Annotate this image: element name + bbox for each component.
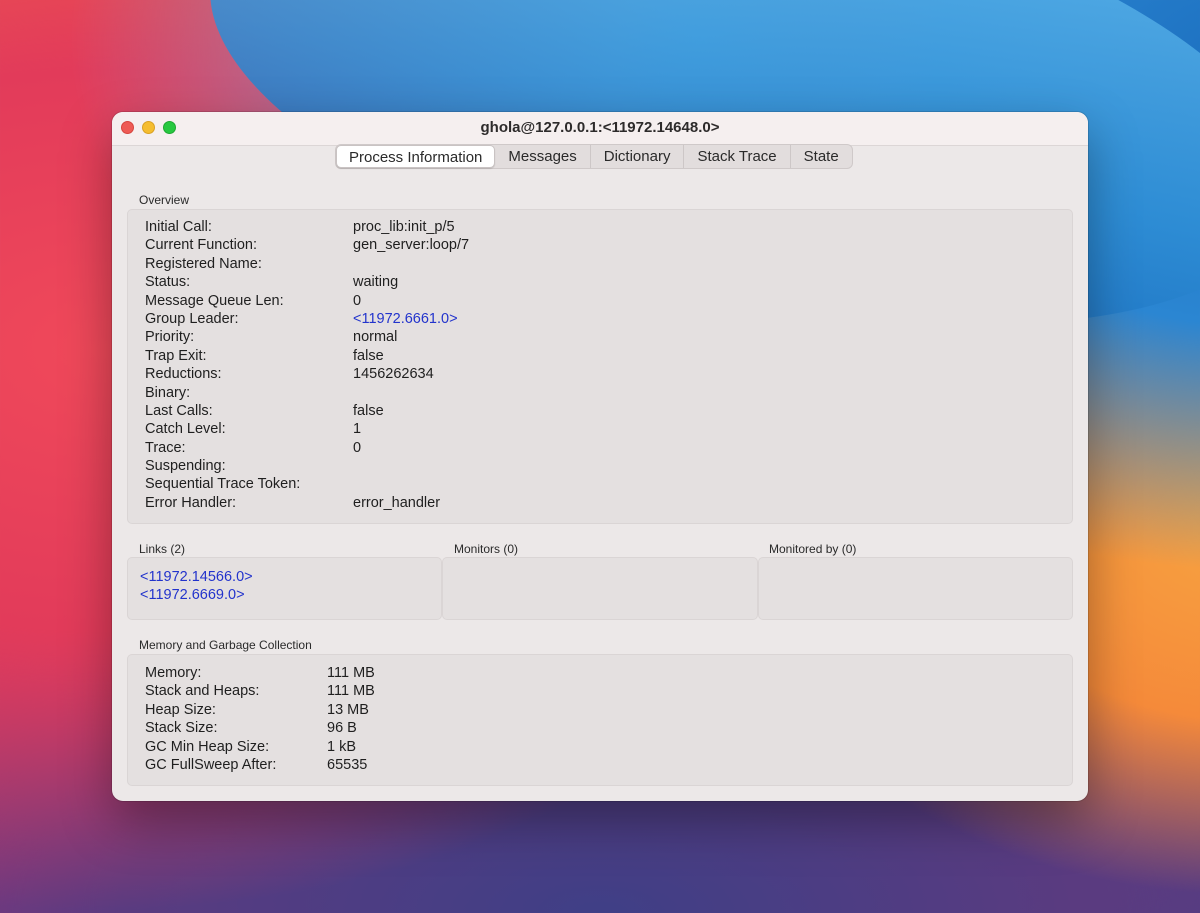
field-value: proc_lib:init_p/5	[353, 219, 455, 235]
field-value: 111 MB	[327, 683, 375, 700]
field-label: Stack and Heaps:	[145, 683, 260, 700]
group-leader-link[interactable]: <11972.6661.0>	[353, 310, 458, 328]
field-value: 1	[353, 421, 362, 438]
field-value: false	[353, 402, 384, 419]
field-label: GC Min Heap Size:	[145, 738, 270, 755]
field-label: Catch Level:	[145, 421, 226, 438]
tab-process-information[interactable]: Process Information	[336, 145, 496, 168]
field-label: Initial Call:	[145, 219, 212, 235]
link-item[interactable]: <11972.6669.0>	[140, 586, 253, 604]
field-label: Heap Size:	[145, 701, 216, 718]
window-title: ghola@127.0.0.1:<11972.14648.0>	[480, 119, 720, 136]
tab-bar: Process Information Messages Dictionary …	[335, 144, 853, 169]
titlebar: ghola@127.0.0.1:<11972.14648.0>	[112, 112, 1088, 146]
field-value: 0	[353, 292, 362, 309]
monitors-panel	[442, 557, 758, 620]
monitored-by-label: Monitored by (0)	[769, 542, 857, 556]
tab-messages[interactable]: Messages	[495, 145, 591, 168]
field-value: 1 kB	[327, 738, 357, 755]
field-label: Sequential Trace Token:	[145, 476, 301, 493]
field-label: Status:	[145, 274, 191, 291]
memory-panel: Memory: 111 MB Stack and Heaps: 111 MB Hea…	[127, 654, 1073, 786]
field-value: 96 B	[327, 720, 357, 737]
field-label: Suspending:	[145, 458, 226, 475]
links-list: <11972.14566.0> <11972.6669.0>	[140, 568, 253, 605]
overview-label: Overview	[139, 193, 190, 207]
field-label: Priority:	[145, 329, 195, 346]
field-label: Memory:	[145, 665, 202, 681]
field-value: 65535	[327, 756, 368, 773]
field-label: GC FullSweep After:	[145, 756, 277, 773]
memory-label: Memory and Garbage Collection	[139, 638, 312, 652]
field-label: Last Calls:	[145, 402, 213, 419]
monitors-label: Monitors (0)	[454, 542, 519, 556]
field-label: Trace:	[145, 439, 186, 456]
field-value: 1456262634	[353, 366, 434, 383]
field-value: 0	[353, 439, 362, 456]
field-value: 111 MB	[327, 665, 375, 681]
field-label: Stack Size:	[145, 720, 218, 737]
tab-stack-trace[interactable]: Stack Trace	[684, 145, 791, 168]
links-label: Links (2)	[139, 542, 186, 556]
field-label: Message Queue Len:	[145, 292, 284, 309]
field-label: Current Function:	[145, 237, 258, 254]
field-label: Binary:	[145, 384, 191, 401]
field-label: Reductions:	[145, 366, 222, 383]
links-panel: <11972.14566.0> <11972.6669.0>	[127, 557, 442, 620]
monitored-by-panel	[758, 557, 1073, 620]
field-value: normal	[353, 329, 398, 346]
link-item[interactable]: <11972.14566.0>	[140, 568, 253, 586]
overview-panel: Initial Call: proc_lib:init_p/5 Current F…	[127, 209, 1073, 524]
field-value: 13 MB	[327, 701, 369, 718]
field-value: error_handler	[353, 494, 441, 511]
field-label: Group Leader:	[145, 310, 239, 327]
field-value: false	[353, 347, 384, 364]
field-value: waiting	[353, 274, 399, 291]
process-info-window: ghola@127.0.0.1:<11972.14648.0> Process …	[112, 112, 1088, 801]
field-label: Error Handler:	[145, 494, 237, 511]
field-value: gen_server:loop/7	[353, 237, 470, 254]
tab-dictionary[interactable]: Dictionary	[591, 145, 685, 168]
tab-state[interactable]: State	[791, 145, 852, 168]
field-label: Trap Exit:	[145, 347, 207, 364]
field-label: Registered Name:	[145, 255, 262, 272]
